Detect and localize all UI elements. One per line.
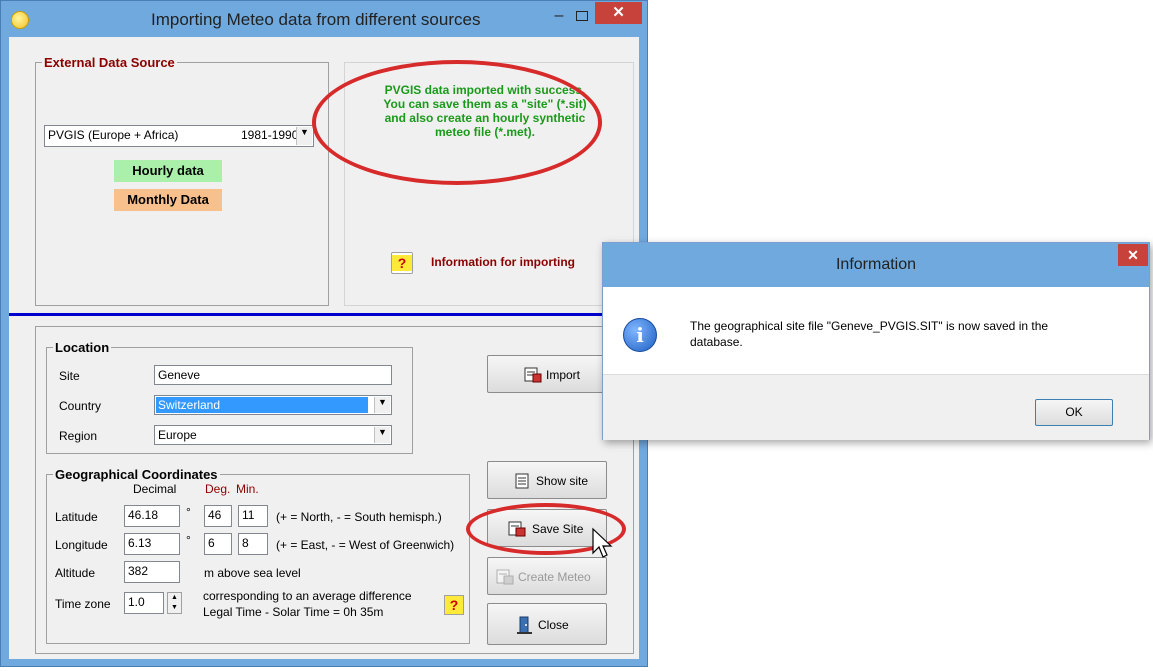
degree-symbol: °: [186, 533, 191, 547]
latitude-min-input[interactable]: 11: [238, 505, 268, 527]
latitude-decimal-value: 46.18: [128, 508, 159, 522]
source-select-value: PVGIS (Europe + Africa): [48, 128, 179, 142]
show-site-label: Show site: [536, 474, 589, 488]
longitude-label: Longitude: [55, 538, 108, 552]
show-site-button[interactable]: Show site: [487, 461, 607, 499]
latitude-deg-value: 46: [208, 508, 222, 522]
monthly-data-badge[interactable]: Monthly Data: [114, 189, 222, 211]
timezone-spinner[interactable]: ▲ ▼: [167, 592, 182, 614]
document-icon: [515, 473, 529, 489]
min-column-header: Min.: [236, 482, 259, 496]
info-icon: i: [623, 318, 657, 352]
location-group: Location Site Geneve Country Switzerland…: [46, 340, 413, 454]
dialog-footer: OK: [603, 374, 1149, 440]
spin-down-icon[interactable]: ▼: [171, 603, 178, 613]
ok-button[interactable]: OK: [1035, 399, 1113, 426]
chevron-down-icon[interactable]: ▼: [296, 127, 312, 145]
altitude-label: Altitude: [55, 566, 96, 580]
door-exit-icon: [517, 616, 532, 634]
import-button[interactable]: Import: [487, 355, 607, 393]
window-title: Importing Meteo data from different sour…: [151, 10, 481, 29]
coordinates-group: Geographical Coordinates Decimal Deg. Mi…: [46, 467, 470, 644]
dialog-title: Information: [835, 256, 917, 273]
altitude-input[interactable]: 382: [124, 561, 180, 583]
chevron-down-icon[interactable]: ▼: [374, 397, 390, 413]
deg-column-header: Deg.: [205, 482, 231, 496]
dialog-message-line: database.: [690, 335, 743, 349]
dialog-message: The geographical site file "Geneve_PVGIS…: [690, 318, 1130, 350]
source-select-years: 1981-1990: [241, 128, 299, 142]
latitude-label: Latitude: [55, 510, 98, 524]
longitude-decimal-input[interactable]: 6.13: [124, 533, 180, 555]
maximize-icon: [576, 11, 588, 21]
hourly-data-badge[interactable]: Hourly data: [114, 160, 222, 182]
information-dialog: Information ✕ i The geographical site fi…: [602, 242, 1150, 440]
altitude-unit: m above sea level: [204, 566, 301, 580]
altitude-value: 382: [128, 564, 149, 578]
monthly-data-label: Monthly Data: [127, 192, 209, 207]
location-title: Location: [53, 340, 112, 355]
longitude-decimal-value: 6.13: [128, 536, 152, 550]
help-question-button[interactable]: ?: [391, 252, 413, 274]
timezone-input[interactable]: 1.0: [124, 592, 164, 614]
latitude-deg-input[interactable]: 46: [204, 505, 232, 527]
longitude-min-input[interactable]: 8: [238, 533, 268, 555]
latitude-hint: (+ = North, - = South hemisph.): [276, 510, 442, 524]
timezone-note-line2: Legal Time - Solar Time = 0h 35m: [203, 605, 384, 619]
country-select[interactable]: Switzerland ▼: [154, 395, 392, 415]
create-meteo-icon: [496, 569, 514, 585]
degree-symbol: °: [186, 505, 191, 519]
question-icon: ?: [392, 255, 412, 271]
timezone-value: 1.0: [128, 595, 145, 609]
decimal-column-header: Decimal: [133, 482, 177, 496]
country-value: Switzerland: [156, 397, 368, 413]
question-icon: ?: [449, 597, 459, 613]
minimize-button[interactable]: –: [548, 7, 570, 27]
region-value: Europe: [158, 428, 197, 442]
latitude-decimal-input[interactable]: 46.18: [124, 505, 180, 527]
coordinates-title: Geographical Coordinates: [53, 467, 220, 482]
import-label: Import: [546, 368, 581, 382]
dialog-close-button[interactable]: ✕: [1118, 244, 1148, 266]
source-select[interactable]: PVGIS (Europe + Africa) 1981-1990 ▼: [44, 125, 314, 147]
timezone-label: Time zone: [55, 597, 111, 611]
hourly-data-label: Hourly data: [132, 163, 204, 178]
title-bar[interactable]: Importing Meteo data from different sour…: [1, 1, 647, 37]
info-icon-glyph: i: [636, 323, 644, 347]
latitude-min-value: 11: [242, 508, 255, 522]
site-value: Geneve: [158, 368, 201, 382]
timezone-help-button[interactable]: ?: [444, 595, 464, 615]
timezone-note-line1: corresponding to an average difference: [203, 589, 412, 603]
longitude-min-value: 8: [242, 536, 249, 550]
dialog-message-line: The geographical site file "Geneve_PVGIS…: [690, 319, 1049, 333]
longitude-deg-value: 6: [208, 536, 215, 550]
create-meteo-button[interactable]: Create Meteo: [487, 557, 607, 595]
separator-line: [9, 313, 639, 316]
mouse-cursor-icon: [592, 527, 613, 558]
region-select[interactable]: Europe ▼: [154, 425, 392, 445]
ok-label: OK: [1065, 405, 1083, 419]
maximize-button[interactable]: [571, 7, 593, 27]
longitude-deg-input[interactable]: 6: [204, 533, 232, 555]
close-button[interactable]: Close: [487, 603, 607, 645]
info-importing-label[interactable]: Information for importing: [431, 255, 575, 269]
close-label: Close: [538, 618, 569, 632]
spin-up-icon[interactable]: ▲: [171, 593, 178, 603]
region-label: Region: [59, 429, 98, 443]
close-window-button[interactable]: ✕: [595, 2, 642, 24]
import-icon: [524, 367, 542, 383]
create-meteo-label: Create Meteo: [518, 570, 591, 584]
site-label: Site: [59, 369, 80, 383]
dialog-title-bar[interactable]: Information ✕: [603, 243, 1149, 287]
longitude-hint: (+ = East, - = West of Greenwich): [276, 538, 455, 552]
chevron-down-icon[interactable]: ▼: [374, 427, 390, 443]
country-label: Country: [59, 399, 102, 413]
site-input[interactable]: Geneve: [154, 365, 392, 385]
external-source-group: External Data Source PVGIS (Europe + Afr…: [35, 55, 329, 306]
app-icon: [11, 11, 29, 29]
highlight-oval-message: [312, 60, 602, 185]
external-source-title: External Data Source: [42, 55, 177, 70]
